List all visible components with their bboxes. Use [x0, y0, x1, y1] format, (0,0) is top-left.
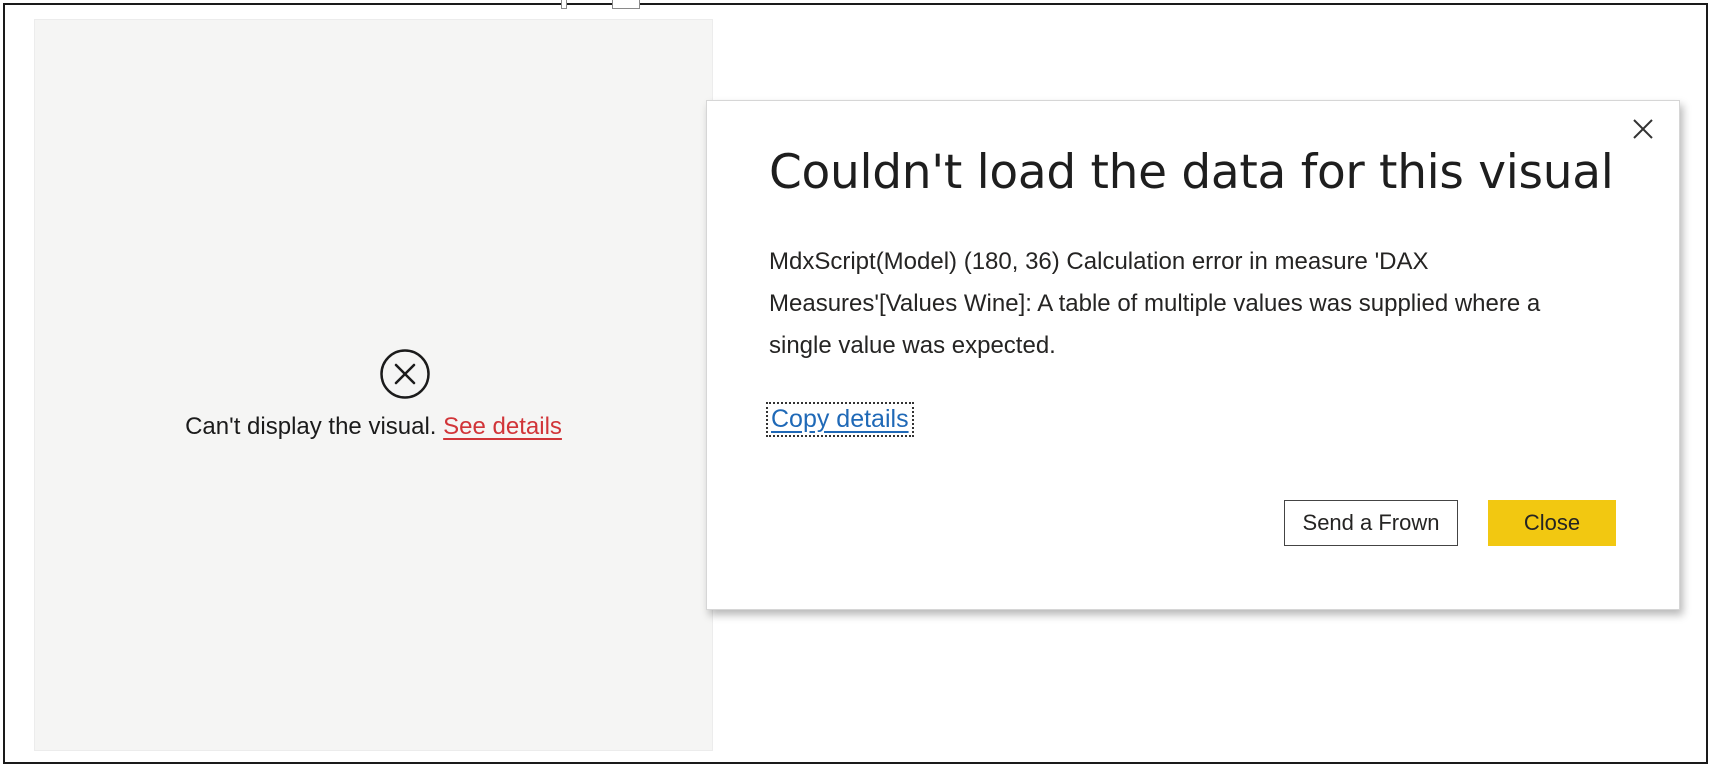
send-frown-button[interactable]: Send a Frown	[1284, 500, 1458, 546]
resize-handle[interactable]	[561, 0, 567, 9]
visual-error-text: Can't display the visual.	[185, 413, 437, 440]
dialog-title: Couldn't load the data for this visual	[769, 145, 1614, 200]
see-details-link[interactable]: See details	[443, 413, 562, 440]
copy-details-link[interactable]: Copy details	[766, 402, 914, 437]
visual-container: Can't display the visual. See details	[34, 19, 713, 751]
resize-handle[interactable]	[612, 0, 640, 9]
close-icon[interactable]	[1629, 115, 1657, 143]
circle-x-icon	[379, 348, 431, 400]
error-dialog: Couldn't load the data for this visual M…	[706, 100, 1680, 610]
close-button[interactable]: Close	[1488, 500, 1616, 546]
visual-error-message: Can't display the visual. See details	[35, 413, 712, 441]
dialog-error-message: MdxScript(Model) (180, 36) Calculation e…	[769, 248, 1541, 359]
